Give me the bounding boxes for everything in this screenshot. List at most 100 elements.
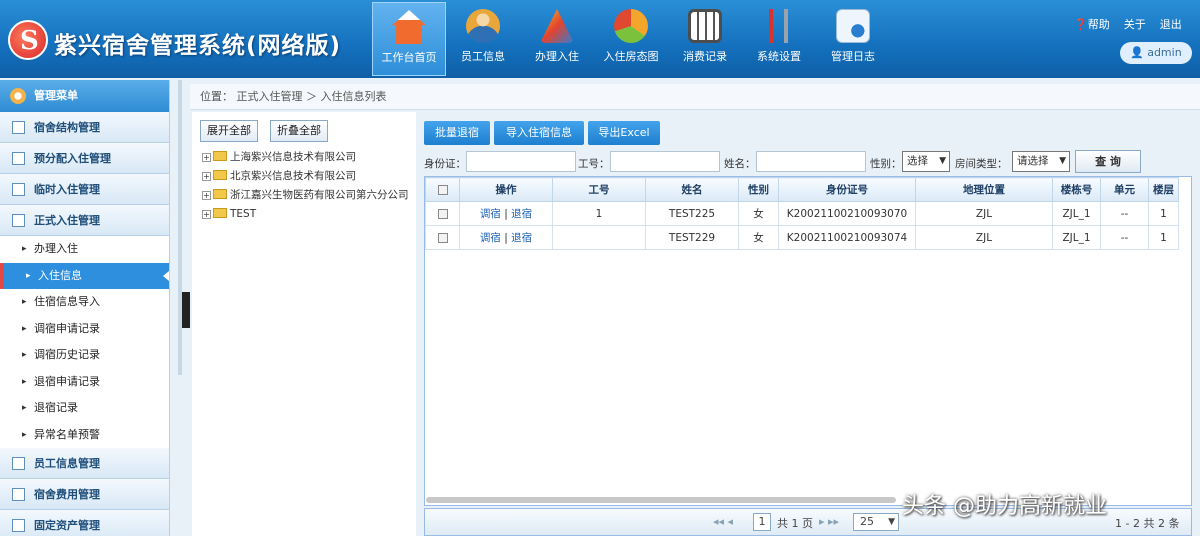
nav-room-map[interactable]: 入住房态图 <box>594 2 668 76</box>
sidebar-group-employees[interactable]: 员工信息管理 <box>0 448 169 479</box>
about-link[interactable]: 关于 <box>1124 16 1146 32</box>
sidebar-item-transfer-requests[interactable]: 调宿申请记录 <box>0 316 169 343</box>
sidebar-item-checkin-info[interactable]: 入住信息 <box>0 262 169 289</box>
employee-no-label: 工号： <box>578 158 610 170</box>
sidebar-group-temp[interactable]: 临时入住管理 <box>0 174 169 205</box>
id-card-input[interactable] <box>466 151 576 172</box>
nav-settings[interactable]: 系统设置 <box>742 2 816 76</box>
sidebar-item-checkout-records[interactable]: 退宿记录 <box>0 395 169 422</box>
nav-home[interactable]: 工作台首页 <box>372 2 446 76</box>
tree-node[interactable]: + TEST <box>202 205 256 223</box>
folder-icon <box>213 189 227 199</box>
nav-logs[interactable]: 管理日志 <box>816 2 890 76</box>
folder-icon <box>12 183 25 196</box>
nav-checkin[interactable]: 办理入住 <box>520 2 594 76</box>
col-actions[interactable]: 操作 <box>459 177 553 202</box>
transfer-link[interactable]: 调宿 <box>480 232 501 244</box>
sidebar-group-formal[interactable]: 正式入住管理 <box>0 205 169 236</box>
nav-consumption[interactable]: 消费记录 <box>668 2 742 76</box>
collapse-all-button[interactable]: 折叠全部 <box>270 120 328 142</box>
page-size-select[interactable]: 25 ▼ <box>853 513 899 531</box>
sidebar-item-checkout-requests[interactable]: 退宿申请记录 <box>0 369 169 396</box>
sidebar-group-preassign[interactable]: 预分配入住管理 <box>0 143 169 174</box>
col-gender[interactable]: 性别 <box>738 177 779 202</box>
help-link[interactable]: ❓帮助 <box>1074 16 1110 32</box>
checkbox[interactable] <box>437 208 448 219</box>
sidebar-collapse-handle[interactable] <box>182 292 190 328</box>
batch-checkout-button[interactable]: 批量退宿 <box>424 121 490 145</box>
sidebar-group-assets[interactable]: 固定资产管理 <box>0 510 169 536</box>
users-icon <box>466 9 500 43</box>
transfer-link[interactable]: 调宿 <box>480 208 501 220</box>
room-type-select[interactable]: 请选择 ▼ <box>1012 151 1070 172</box>
app-title: 紫兴宿舍管理系统(网络版) <box>54 33 342 59</box>
export-excel-button[interactable]: 导出Excel <box>588 121 660 145</box>
tree-node[interactable]: + 北京紫兴信息技术有限公司 <box>202 167 356 185</box>
home-icon <box>392 10 426 44</box>
expand-all-button[interactable]: 展开全部 <box>200 120 258 142</box>
page-number-input[interactable]: 1 <box>753 513 771 531</box>
sidebar-group-fees[interactable]: 宿舍费用管理 <box>0 479 169 510</box>
row-select[interactable] <box>425 201 460 226</box>
total-pages: 共 1 页 <box>777 517 813 530</box>
sidebar-splitter[interactable] <box>178 80 182 375</box>
cell-building: ZJL_1 <box>1052 225 1101 250</box>
sidebar-item-abnormal[interactable]: 异常名单预警 <box>0 422 169 449</box>
sidebar-item-transfer-history[interactable]: 调宿历史记录 <box>0 342 169 369</box>
cell-unit: -- <box>1100 201 1149 226</box>
cell-location: ZJL <box>915 225 1053 250</box>
next-page-buttons[interactable]: ▸ ▸▸ <box>819 515 839 528</box>
col-location[interactable]: 地理位置 <box>915 177 1053 202</box>
import-info-button[interactable]: 导入住宿信息 <box>494 121 584 145</box>
checkout-link[interactable]: 退宿 <box>511 208 532 220</box>
sidebar: 管理菜单 宿舍结构管理 预分配入住管理 临时入住管理 正式入住管理 办理入住 入… <box>0 80 170 536</box>
nav-settings-label: 系统设置 <box>757 50 801 63</box>
user-name: admin <box>1147 46 1182 59</box>
employee-no-input[interactable] <box>610 151 720 172</box>
sidebar-group-structure[interactable]: 宿舍结构管理 <box>0 112 169 143</box>
nav-employees[interactable]: 员工信息 <box>446 2 520 76</box>
col-employee-no[interactable]: 工号 <box>552 177 646 202</box>
breadcrumb: 位置： 正式入住管理 ＞ 入住信息列表 <box>190 84 1200 110</box>
gender-label: 性别： <box>870 158 902 170</box>
cell-employee-no: 1 <box>552 201 646 226</box>
folder-icon <box>12 214 25 227</box>
tree-node[interactable]: + 上海紫兴信息技术有限公司 <box>202 148 356 166</box>
user-menu[interactable]: 👤 admin <box>1120 42 1192 64</box>
select-all-header[interactable] <box>425 177 460 202</box>
query-button[interactable]: 查 询 <box>1075 150 1141 173</box>
prev-page-buttons[interactable]: ◂◂ ◂ <box>713 515 733 528</box>
cell-name: TEST229 <box>645 225 739 250</box>
expand-icon: + <box>202 153 211 162</box>
horizontal-scrollbar[interactable] <box>426 497 896 503</box>
chevron-down-icon: ▼ <box>939 156 946 166</box>
main-nav: 工作台首页 员工信息 办理入住 入住房态图 消费记录 系统设置 管理日志 <box>372 2 890 76</box>
top-header: S 紫兴宿舍管理系统(网络版) 工作台首页 员工信息 办理入住 入住房态图 消费… <box>0 0 1200 78</box>
cell-gender: 女 <box>738 201 779 226</box>
col-id-card[interactable]: 身份证号 <box>778 177 916 202</box>
nav-employees-label: 员工信息 <box>461 50 505 63</box>
checkout-link[interactable]: 退宿 <box>511 232 532 244</box>
col-building[interactable]: 楼栋号 <box>1052 177 1101 202</box>
name-input[interactable] <box>756 151 866 172</box>
logout-link[interactable]: 退出 <box>1160 16 1182 32</box>
col-unit[interactable]: 单元 <box>1100 177 1149 202</box>
folder-icon <box>12 519 25 532</box>
nav-home-label: 工作台首页 <box>381 51 437 64</box>
sidebar-item-import[interactable]: 住宿信息导入 <box>0 289 169 316</box>
sidebar-item-checkin[interactable]: 办理入住 <box>0 236 169 263</box>
gear-icon <box>10 88 26 104</box>
expand-icon: + <box>202 172 211 181</box>
gender-select[interactable]: 选择 ▼ <box>902 151 950 172</box>
checkbox[interactable] <box>437 184 448 195</box>
checkbox[interactable] <box>437 232 448 243</box>
col-name[interactable]: 姓名 <box>645 177 739 202</box>
nav-logs-label: 管理日志 <box>831 50 875 63</box>
col-floor[interactable]: 楼层 <box>1148 177 1179 202</box>
calculator-icon <box>688 9 722 43</box>
triangle-tools-icon <box>540 9 574 43</box>
tree-node[interactable]: + 浙江嘉兴生物医药有限公司第六分公司 <box>202 186 409 204</box>
folder-icon <box>12 121 25 134</box>
id-card-label: 身份证： <box>424 158 466 170</box>
row-select[interactable] <box>425 225 460 250</box>
